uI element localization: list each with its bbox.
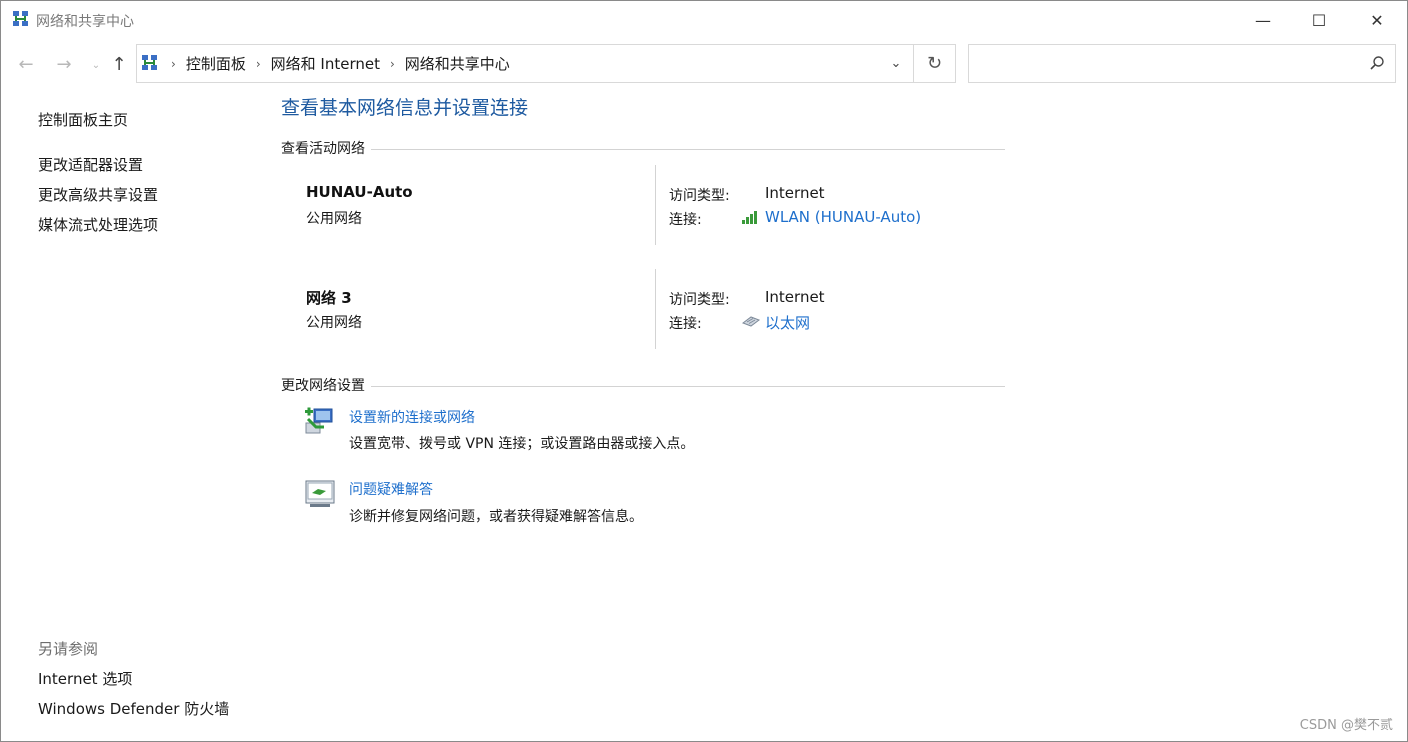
section-divider bbox=[281, 149, 1005, 150]
troubleshoot-description: 诊断并修复网络问题，或者获得疑难解答信息。 bbox=[349, 509, 643, 525]
network-sharing-center-window: 网络和共享中心 — ☐ ✕ ← → ⌄ ↑ › 控制面板 › 网络和 Inter… bbox=[0, 0, 1408, 742]
breadcrumb-network-internet[interactable]: 网络和 Internet bbox=[271, 53, 380, 74]
back-button[interactable]: ← bbox=[15, 53, 37, 75]
active-networks-heading: 查看活动网络 bbox=[281, 138, 371, 158]
maximize-icon: ☐ bbox=[1311, 10, 1327, 30]
breadcrumb: › 控制面板 › 网络和 Internet › 网络和共享中心 bbox=[167, 45, 510, 82]
see-also-heading: 另请参阅 bbox=[38, 640, 99, 658]
close-button[interactable]: ✕ bbox=[1347, 1, 1407, 39]
forward-arrow-icon: → bbox=[56, 53, 72, 75]
refresh-button[interactable]: ↻ bbox=[914, 45, 955, 82]
back-arrow-icon: ← bbox=[18, 53, 34, 75]
breadcrumb-separator-icon[interactable]: › bbox=[256, 57, 261, 71]
address-dropdown-button[interactable]: ⌄ bbox=[879, 45, 913, 82]
access-type-label: 访问类型: bbox=[669, 292, 730, 308]
close-icon: ✕ bbox=[1370, 10, 1384, 30]
search-icon bbox=[1370, 56, 1384, 70]
sidebar-item-advanced-sharing[interactable]: 更改高级共享设置 bbox=[38, 184, 158, 205]
refresh-icon: ↻ bbox=[926, 53, 943, 74]
wlan-connection-link[interactable]: WLAN (HUNAU-Auto) bbox=[765, 208, 921, 226]
setup-new-connection-link[interactable]: 设置新的连接或网络 bbox=[349, 407, 475, 427]
sidebar-item-adapter-settings[interactable]: 更改适配器设置 bbox=[38, 154, 143, 175]
window-title: 网络和共享中心 bbox=[36, 14, 134, 30]
ethernet-icon bbox=[741, 316, 761, 327]
sidebar-item-media-streaming[interactable]: 媒体流式处理选项 bbox=[38, 214, 158, 235]
sidebar-item-control-panel-home[interactable]: 控制面板主页 bbox=[38, 109, 128, 130]
network-type: 公用网络 bbox=[306, 211, 362, 227]
watermark: CSDN @樊不贰 bbox=[1299, 718, 1393, 733]
search-input[interactable] bbox=[968, 44, 1396, 83]
recent-locations-button[interactable]: ⌄ bbox=[85, 54, 107, 76]
access-type-value: Internet bbox=[765, 184, 825, 202]
chevron-down-icon: ⌄ bbox=[890, 56, 902, 71]
connection-label: 连接: bbox=[669, 212, 702, 228]
up-button[interactable]: ↑ bbox=[108, 53, 130, 75]
ethernet-connection-link[interactable]: 以太网 bbox=[765, 312, 810, 333]
title-bar: 网络和共享中心 — ☐ ✕ bbox=[1, 1, 1407, 39]
minimize-button[interactable]: — bbox=[1233, 1, 1293, 39]
maximize-button[interactable]: ☐ bbox=[1289, 1, 1349, 39]
section-divider bbox=[281, 386, 1005, 387]
breadcrumb-network-sharing-center[interactable]: 网络和共享中心 bbox=[405, 53, 510, 74]
access-type-label: 访问类型: bbox=[669, 188, 730, 204]
change-settings-heading: 更改网络设置 bbox=[281, 375, 371, 395]
network-divider bbox=[655, 165, 656, 245]
breadcrumb-control-panel[interactable]: 控制面板 bbox=[186, 53, 246, 74]
wifi-signal-icon bbox=[742, 211, 757, 224]
network-divider bbox=[655, 269, 656, 349]
forward-button[interactable]: → bbox=[53, 53, 75, 75]
network-type: 公用网络 bbox=[306, 315, 362, 331]
address-bar[interactable]: › 控制面板 › 网络和 Internet › 网络和共享中心 ⌄ ↻ bbox=[136, 44, 956, 83]
network-name: HUNAU-Auto bbox=[306, 183, 413, 201]
breadcrumb-separator-icon[interactable]: › bbox=[390, 57, 395, 71]
chevron-down-icon: ⌄ bbox=[91, 59, 101, 71]
page-title: 查看基本网络信息并设置连接 bbox=[281, 97, 529, 119]
troubleshoot-link[interactable]: 问题疑难解答 bbox=[349, 479, 433, 499]
see-also-defender-firewall[interactable]: Windows Defender 防火墙 bbox=[38, 698, 229, 719]
network-name: 网络 3 bbox=[306, 289, 352, 307]
minimize-icon: — bbox=[1255, 10, 1271, 30]
up-arrow-icon: ↑ bbox=[111, 53, 127, 75]
breadcrumb-separator-icon[interactable]: › bbox=[171, 57, 176, 71]
setup-new-connection-description: 设置宽带、拨号或 VPN 连接；或设置路由器或接入点。 bbox=[349, 436, 695, 452]
troubleshoot-icon bbox=[305, 480, 335, 507]
access-type-value: Internet bbox=[765, 288, 825, 306]
network-center-icon bbox=[142, 55, 157, 70]
connection-label: 连接: bbox=[669, 316, 702, 332]
network-center-icon bbox=[13, 11, 28, 26]
see-also-internet-options[interactable]: Internet 选项 bbox=[38, 668, 132, 689]
new-connection-icon bbox=[305, 407, 333, 434]
